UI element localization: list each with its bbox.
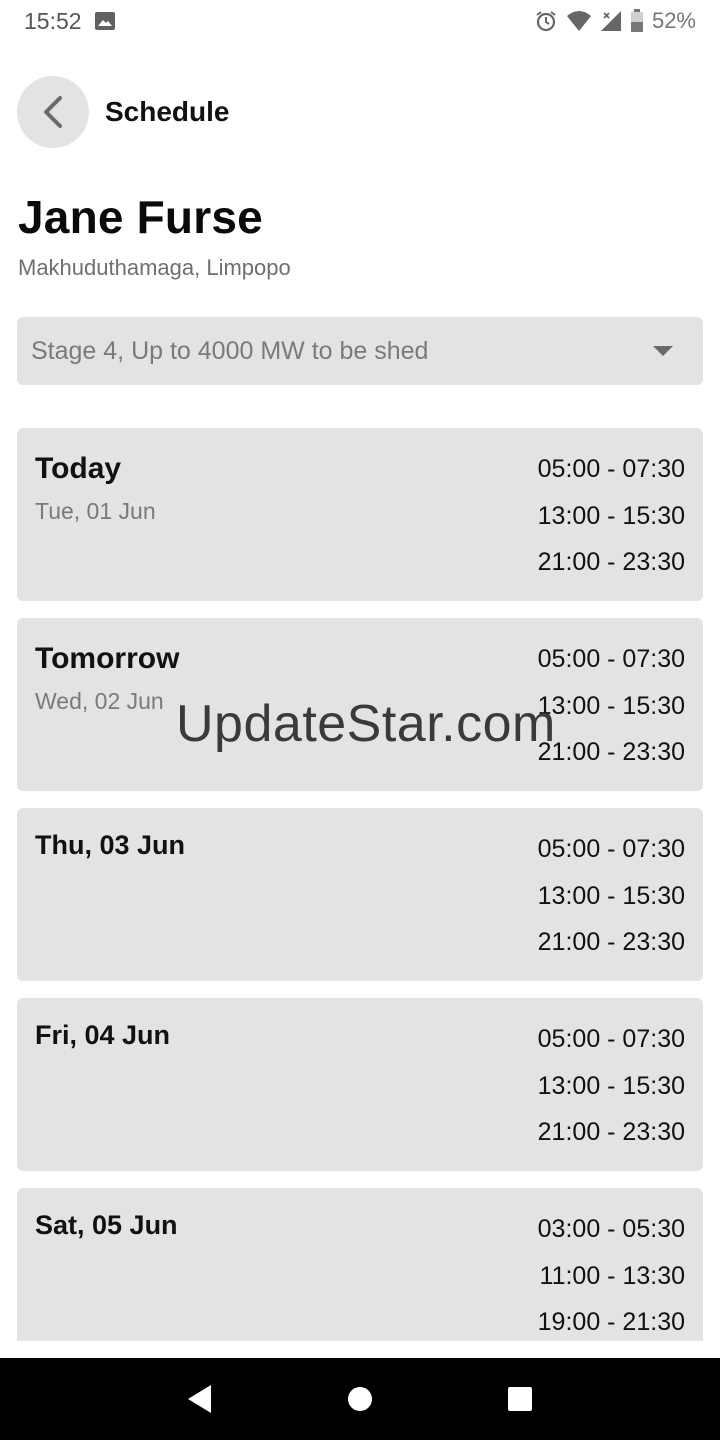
- battery-percent: 52%: [651, 8, 696, 33]
- location-area: Makhuduthamaga, Limpopo: [18, 255, 291, 280]
- status-right: 52%: [534, 8, 696, 34]
- day-title: Sat, 05 Jun: [35, 1210, 178, 1240]
- time-slot: 21:00 - 23:30: [537, 1118, 685, 1146]
- status-bar: 15:52 52%: [0, 0, 720, 42]
- day-card-thu[interactable]: Thu, 03 Jun 05:00 - 07:30 13:00 - 15:30 …: [17, 808, 703, 981]
- time-slot: 13:00 - 15:30: [537, 881, 685, 910]
- location-name: Jane Furse: [18, 191, 263, 243]
- day-title: Thu, 03 Jun: [35, 830, 186, 860]
- day-title: Tomorrow: [35, 642, 180, 675]
- nav-home-button[interactable]: [330, 1369, 390, 1429]
- time-slots: 05:00 - 07:30 13:00 - 15:30 21:00 - 23:3…: [538, 832, 685, 972]
- wifi-icon: [566, 10, 592, 32]
- time-slot: 21:00 - 23:30: [537, 548, 685, 576]
- time-slots: 05:00 - 07:30 13:00 - 15:30 21:00 - 23:3…: [538, 642, 685, 782]
- day-title: Today: [35, 452, 122, 485]
- page-title: Schedule: [105, 96, 230, 127]
- time-slot: 11:00 - 13:30: [539, 1261, 685, 1290]
- time-slot: 13:00 - 15:30: [537, 691, 685, 720]
- time-slot: 19:00 - 21:30: [537, 1308, 685, 1336]
- signal-icon: [600, 10, 622, 32]
- day-card-today[interactable]: Today Tue, 01 Jun 05:00 - 07:30 13:00 - …: [17, 428, 703, 601]
- time-slot: 05:00 - 07:30: [537, 455, 685, 483]
- day-card-fri[interactable]: Fri, 04 Jun 05:00 - 07:30 13:00 - 15:30 …: [17, 998, 703, 1171]
- time-slot: 13:00 - 15:30: [537, 501, 685, 530]
- status-time: 15:52: [24, 7, 82, 34]
- nav-back-button[interactable]: [170, 1369, 230, 1429]
- chevron-left-icon: [40, 95, 66, 129]
- time-slot: 03:00 - 05:30: [537, 1215, 685, 1243]
- time-slot: 05:00 - 07:30: [537, 645, 685, 673]
- time-slot: 05:00 - 07:30: [537, 835, 685, 863]
- app-header: Schedule: [17, 75, 229, 149]
- time-slot: 13:00 - 15:30: [537, 1071, 685, 1100]
- image-icon: [94, 11, 116, 31]
- back-button[interactable]: [17, 76, 89, 148]
- time-slots: 03:00 - 05:30 11:00 - 13:30 19:00 - 21:3…: [538, 1212, 685, 1341]
- time-slot: 05:00 - 07:30: [537, 1025, 685, 1053]
- day-card-tomorrow[interactable]: Tomorrow Wed, 02 Jun 05:00 - 07:30 13:00…: [17, 618, 703, 791]
- time-slot: 21:00 - 23:30: [537, 928, 685, 956]
- status-left: 15:52: [24, 8, 116, 35]
- stage-select[interactable]: Stage 4, Up to 4000 MW to be shed: [17, 317, 703, 385]
- day-card-sat[interactable]: Sat, 05 Jun 03:00 - 05:30 11:00 - 13:30 …: [17, 1188, 703, 1341]
- day-date: Wed, 02 Jun: [35, 688, 164, 714]
- dropdown-arrow-icon: [653, 345, 673, 357]
- recents-square-icon: [507, 1386, 533, 1412]
- alarm-icon: [534, 9, 558, 33]
- back-triangle-icon: [187, 1384, 213, 1414]
- schedule-screen: 15:52 52% Schedule Jane Furse Makhudutha…: [0, 0, 720, 1440]
- stage-select-value: Stage 4, Up to 4000 MW to be shed: [31, 336, 429, 365]
- time-slots: 05:00 - 07:30 13:00 - 15:30 21:00 - 23:3…: [538, 1022, 685, 1162]
- schedule-list[interactable]: Today Tue, 01 Jun 05:00 - 07:30 13:00 - …: [17, 428, 703, 1341]
- time-slots: 05:00 - 07:30 13:00 - 15:30 21:00 - 23:3…: [538, 452, 685, 592]
- time-slot: 21:00 - 23:30: [537, 738, 685, 766]
- home-circle-icon: [347, 1386, 373, 1412]
- day-title: Fri, 04 Jun: [35, 1020, 171, 1050]
- nav-recents-button[interactable]: [490, 1369, 550, 1429]
- day-date: Tue, 01 Jun: [35, 498, 156, 524]
- battery-icon: [630, 9, 644, 33]
- navigation-bar: [0, 1358, 720, 1440]
